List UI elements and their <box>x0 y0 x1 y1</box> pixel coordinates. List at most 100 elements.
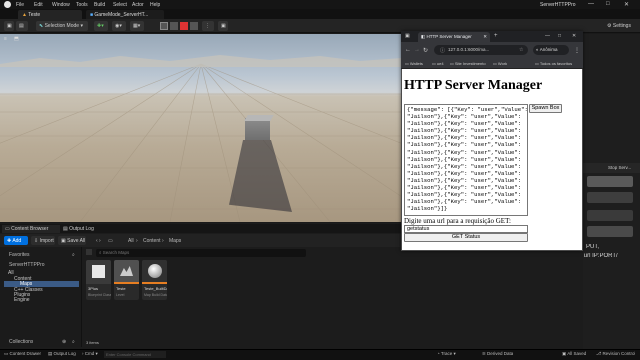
cinematics-icon[interactable]: ▦▾ <box>130 21 144 31</box>
all-saved-button[interactable]: ▣ All Saved <box>562 351 586 357</box>
eject-button[interactable] <box>190 22 198 30</box>
folder-nav-icon[interactable]: ▭ <box>108 238 113 244</box>
breadcrumb-all[interactable]: All <box>128 238 134 244</box>
tab-teste[interactable]: ▲ Teste <box>18 10 82 19</box>
platforms-icon[interactable]: ▣ <box>218 21 228 31</box>
maximize-icon[interactable]: □ <box>606 1 610 7</box>
asset-card-3plus[interactable]: 3Plus Blueprint Class <box>86 260 111 300</box>
filter-icon[interactable] <box>86 249 92 255</box>
bookmark-wallets[interactable]: ▭ Wallets <box>405 61 423 66</box>
breadcrumb-maps[interactable]: Maps <box>169 238 181 244</box>
derived-data-button[interactable]: ≋ Derived Data <box>482 351 513 357</box>
add-collection-icon[interactable]: ⊕ <box>62 339 66 345</box>
bookmark-ue4[interactable]: ▭ ue4 <box>432 61 444 66</box>
asset-type: Blueprint Class <box>88 293 111 297</box>
browser-tab[interactable]: ◧ HTTP Server Manager ✕ <box>418 32 490 42</box>
cube-top-face <box>244 115 274 121</box>
tab-close-icon[interactable]: ✕ <box>483 34 487 40</box>
items-count: 3 items <box>86 340 99 345</box>
minimize-icon[interactable]: — <box>588 1 594 7</box>
unreal-logo-icon[interactable] <box>4 1 11 8</box>
tab-gamemode[interactable]: ■ GameMode_ServerHT... <box>86 10 164 19</box>
favorites-header[interactable]: Favorites <box>9 252 30 258</box>
browser-close-icon[interactable]: ✕ <box>572 33 576 39</box>
url-bar[interactable]: 127.0.0.1:6000/ma... <box>434 45 528 55</box>
reload-icon[interactable]: ↻ <box>423 47 428 54</box>
new-tab-icon[interactable]: + <box>494 33 498 39</box>
asset-type: Map Build Data Registry <box>144 293 167 297</box>
pause-button[interactable] <box>160 22 168 30</box>
menu-tools[interactable]: Tools <box>76 2 88 8</box>
asset-card-builtdata[interactable]: Teste_BuiltData Map Build Data Registry <box>142 260 167 300</box>
back-icon[interactable]: ← <box>405 47 411 53</box>
selection-mode-dropdown[interactable]: ⬉ Selection Mode ▾ <box>36 21 88 31</box>
incognito-badge[interactable]: ◐ Anônima <box>533 45 569 55</box>
get-status-button[interactable]: GET Status <box>404 233 528 242</box>
get-url-input[interactable]: getstatus <box>404 225 528 233</box>
menu-select[interactable]: Select <box>113 2 127 8</box>
close-icon[interactable]: ✕ <box>624 1 629 8</box>
breadcrumb-content[interactable]: Content <box>143 238 161 244</box>
level-viewport[interactable] <box>0 34 402 222</box>
spawn-box-button[interactable]: Spawn Box <box>529 104 562 113</box>
cube-mesh[interactable] <box>245 118 270 140</box>
search-collections-icon[interactable]: ⌕ <box>72 339 75 345</box>
bookmark-work[interactable]: ▭ Work <box>493 61 507 66</box>
bookmark-all-favorites[interactable]: ▭ Todos os favoritos <box>535 61 572 66</box>
site-info-icon[interactable]: ⓘ <box>440 47 445 54</box>
settings-button[interactable]: ⚙ Settings <box>604 21 638 31</box>
tree-engine[interactable]: Engine <box>14 297 30 303</box>
tab-content-browser[interactable]: ▭ Content Browser <box>2 225 60 233</box>
cmd-dropdown[interactable]: › Cmd ▾ <box>82 351 98 357</box>
add-actor-icon[interactable]: ✚▾ <box>94 21 108 31</box>
menu-file[interactable]: File <box>16 2 24 8</box>
response-textarea[interactable]: {"message": [{"Key": "user","Value": "Ja… <box>404 104 528 216</box>
panel-button-3[interactable] <box>587 210 633 221</box>
tab-output-log[interactable]: ▤ Output Log <box>60 225 104 233</box>
console-input[interactable]: Enter Console Command <box>104 351 166 358</box>
mode-icon[interactable]: ▤ <box>16 21 28 31</box>
menu-window[interactable]: Window <box>52 2 70 8</box>
forward-icon[interactable]: → <box>414 47 420 53</box>
import-button[interactable]: ⇩ Import <box>31 236 55 245</box>
asset-search-input[interactable]: ⌕ Search Maps <box>96 249 306 257</box>
collections-header[interactable]: Collections <box>9 339 33 345</box>
browser-minimize-icon[interactable]: — <box>545 33 550 39</box>
search-icon[interactable]: ⌕ <box>72 252 75 258</box>
breadcrumb-sep-icon: › <box>162 238 164 244</box>
browser-menu-icon[interactable]: ⋮ <box>574 47 580 54</box>
add-button[interactable]: ✚ Add <box>4 236 28 245</box>
tree-all[interactable]: All <box>8 270 14 276</box>
asset-name: Teste <box>116 286 126 291</box>
menu-help[interactable]: Help <box>150 2 160 8</box>
panel-button-1[interactable] <box>587 176 633 187</box>
asset-name: 3Plus <box>88 286 99 291</box>
output-log-button[interactable]: ▤ Output Log <box>48 351 76 357</box>
panel-button-2[interactable] <box>587 192 633 203</box>
viewport-menu-icon[interactable]: ≡ <box>4 36 7 42</box>
asset-thumb <box>114 260 139 284</box>
blueprint-menu-icon[interactable]: ◉▾ <box>112 21 126 31</box>
stop-button[interactable] <box>180 22 188 30</box>
save-all-button[interactable]: ▣ Save All <box>58 236 86 245</box>
content-drawer-button[interactable]: ▭ Content Drawer <box>4 351 41 357</box>
asset-card-teste[interactable]: Teste Level <box>114 260 139 300</box>
browser-maximize-icon[interactable]: □ <box>558 33 561 39</box>
play-options-icon[interactable]: ⋮ <box>202 21 214 31</box>
nav-back-icon[interactable]: ‹ › <box>96 238 101 244</box>
menu-actor[interactable]: Actor <box>132 2 144 8</box>
revision-control-button[interactable]: ⎇ Revision Control <box>596 351 635 357</box>
bookmark-site-investimento[interactable]: ▭ Site Investimento <box>450 61 486 66</box>
menu-build[interactable]: Build <box>94 2 105 8</box>
panel-button-4[interactable] <box>587 226 633 237</box>
viewport-perspective-icon[interactable]: ⬒ <box>14 36 19 42</box>
asset-type: Level <box>116 293 125 297</box>
bookmark-star-icon[interactable]: ☆ <box>519 47 523 53</box>
tab-list-icon[interactable]: ▣ <box>405 33 410 39</box>
save-icon[interactable]: ▣ <box>4 21 14 31</box>
project-header[interactable]: ServerHTTPPro <box>9 262 45 268</box>
step-button[interactable] <box>170 22 178 30</box>
floor-grid <box>0 55 402 222</box>
trace-button[interactable]: ◔ Trace ▾ <box>437 351 456 357</box>
menu-edit[interactable]: Edit <box>34 2 43 8</box>
